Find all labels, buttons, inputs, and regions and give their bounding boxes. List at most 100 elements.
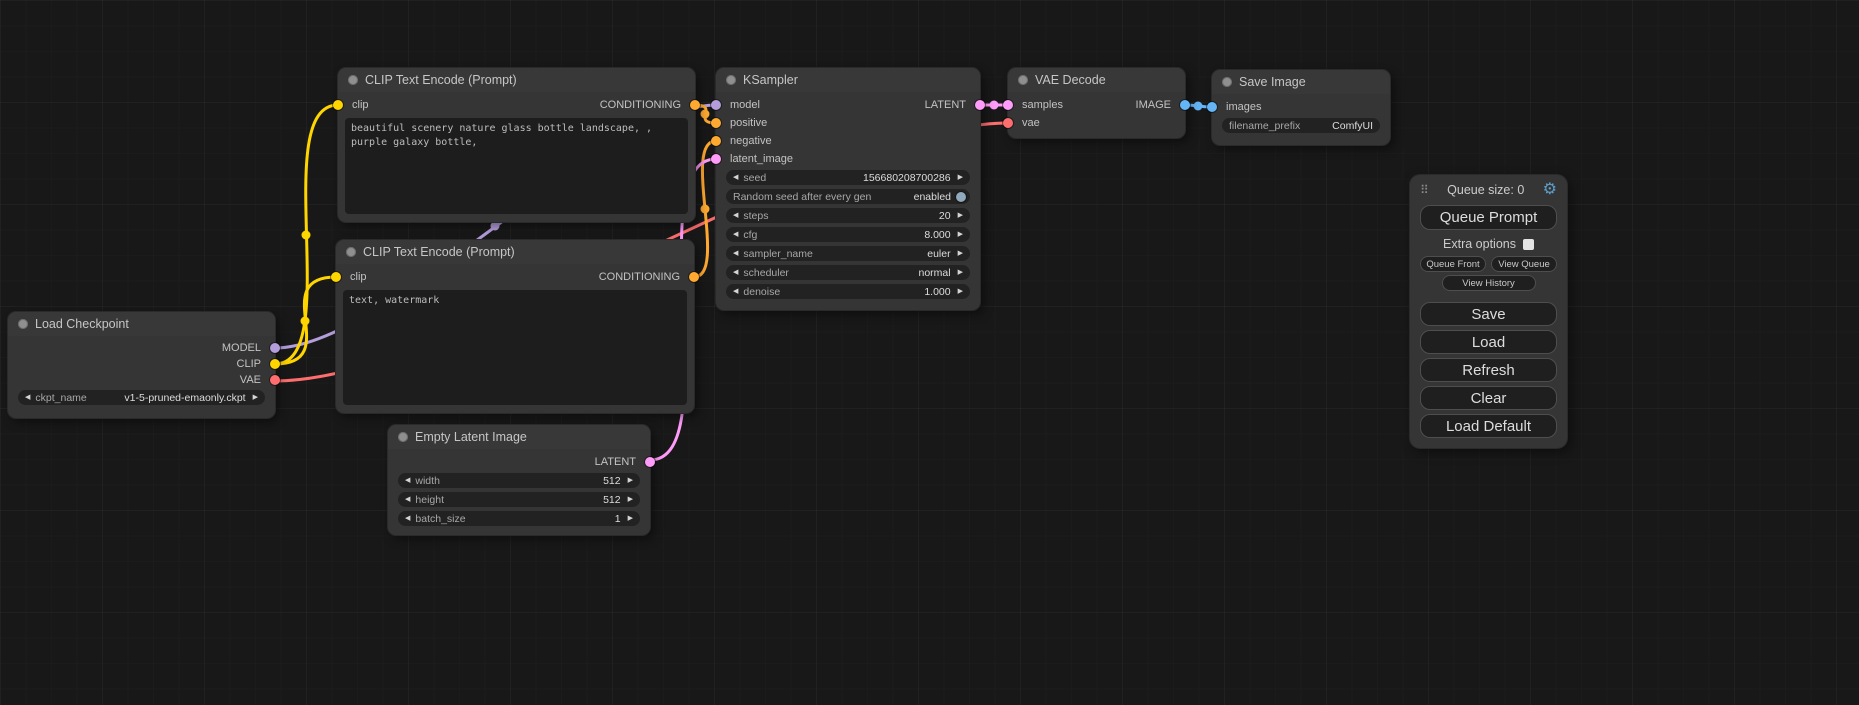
widget-ckpt-name[interactable]: ◀ ckpt_name v1-5-pruned-emaonly.ckpt ▶ <box>18 390 265 405</box>
load-button[interactable]: Load <box>1420 330 1557 354</box>
view-queue-button[interactable]: View Queue <box>1491 256 1557 272</box>
widget-value: ComfyUI <box>1332 120 1373 132</box>
widget-value: 512 <box>603 475 621 487</box>
node-collapse-dot[interactable] <box>18 319 28 329</box>
output-dot-image[interactable] <box>1180 100 1190 110</box>
input-dot-negative[interactable] <box>711 136 721 146</box>
widget-value: v1-5-pruned-emaonly.ckpt <box>124 392 245 404</box>
decrement-arrow-icon[interactable]: ◀ <box>733 269 738 276</box>
save-button[interactable]: Save <box>1420 302 1557 326</box>
decrement-arrow-icon[interactable]: ◀ <box>405 515 410 522</box>
node-header[interactable]: Empty Latent Image <box>388 425 650 449</box>
node-title: KSampler <box>743 73 798 87</box>
decrement-arrow-icon[interactable]: ◀ <box>25 394 30 401</box>
increment-arrow-icon[interactable]: ▶ <box>958 269 963 276</box>
widget-scheduler[interactable]: ◀ scheduler normal ▶ <box>726 265 970 280</box>
node-clip-text-encode-negative[interactable]: CLIP Text Encode (Prompt) clip CONDITION… <box>336 240 694 413</box>
output-dot-latent[interactable] <box>975 100 985 110</box>
refresh-button[interactable]: Refresh <box>1420 358 1557 382</box>
increment-arrow-icon[interactable]: ▶ <box>628 496 633 503</box>
decrement-arrow-icon[interactable]: ◀ <box>733 174 738 181</box>
prompt-textarea[interactable]: beautiful scenery nature glass bottle la… <box>345 118 688 214</box>
output-dot-conditioning[interactable] <box>690 100 700 110</box>
node-header[interactable]: KSampler <box>716 68 980 92</box>
increment-arrow-icon[interactable]: ▶ <box>958 288 963 295</box>
node-collapse-dot[interactable] <box>726 75 736 85</box>
queue-prompt-button[interactable]: Queue Prompt <box>1420 205 1557 230</box>
widget-seed[interactable]: ◀ seed 156680208700286 ▶ <box>726 170 970 185</box>
decrement-arrow-icon[interactable]: ◀ <box>405 496 410 503</box>
node-save-image[interactable]: Save Image images filename_prefix ComfyU… <box>1212 70 1390 145</box>
slot-label-model: MODEL <box>222 342 261 354</box>
increment-arrow-icon[interactable]: ▶ <box>253 394 258 401</box>
widget-cfg[interactable]: ◀ cfg 8.000 ▶ <box>726 227 970 242</box>
node-clip-text-encode-positive[interactable]: CLIP Text Encode (Prompt) clip CONDITION… <box>338 68 695 222</box>
drag-handle-icon[interactable]: ⠿ <box>1420 183 1429 197</box>
increment-arrow-icon[interactable]: ▶ <box>958 250 963 257</box>
node-title: CLIP Text Encode (Prompt) <box>365 73 517 87</box>
node-collapse-dot[interactable] <box>398 432 408 442</box>
decrement-arrow-icon[interactable]: ◀ <box>733 250 738 257</box>
node-header[interactable]: CLIP Text Encode (Prompt) <box>336 240 694 264</box>
node-empty-latent-image[interactable]: Empty Latent Image LATENT ◀ width 512 ▶ … <box>388 425 650 535</box>
input-dot-clip[interactable] <box>331 272 341 282</box>
node-collapse-dot[interactable] <box>348 75 358 85</box>
extra-options-checkbox[interactable] <box>1523 239 1534 250</box>
input-dot-samples[interactable] <box>1003 100 1013 110</box>
node-load-checkpoint[interactable]: Load Checkpoint MODEL CLIP VAE ◀ ckpt_na… <box>8 312 275 418</box>
view-history-button[interactable]: View History <box>1442 275 1536 291</box>
decrement-arrow-icon[interactable]: ◀ <box>733 231 738 238</box>
input-dot-images[interactable] <box>1207 102 1217 112</box>
widget-value: euler <box>927 248 950 260</box>
settings-gear-icon[interactable]: ⚙ <box>1543 182 1557 198</box>
widget-sampler-name[interactable]: ◀ sampler_name euler ▶ <box>726 246 970 261</box>
node-header[interactable]: Load Checkpoint <box>8 312 275 336</box>
widget-steps[interactable]: ◀ steps 20 ▶ <box>726 208 970 223</box>
widget-height[interactable]: ◀ height 512 ▶ <box>398 492 640 507</box>
widget-batch-size[interactable]: ◀ batch_size 1 ▶ <box>398 511 640 526</box>
node-collapse-dot[interactable] <box>346 247 356 257</box>
slot-label-vae: vae <box>1022 117 1040 129</box>
node-ksampler[interactable]: KSampler model LATENT positive negative … <box>716 68 980 310</box>
increment-arrow-icon[interactable]: ▶ <box>958 212 963 219</box>
decrement-arrow-icon[interactable]: ◀ <box>733 212 738 219</box>
prompt-textarea[interactable]: text, watermark <box>343 290 687 405</box>
toggle-knob-icon[interactable] <box>956 192 966 202</box>
node-vae-decode[interactable]: VAE Decode samples IMAGE vae <box>1008 68 1185 138</box>
slot-row: model LATENT <box>716 96 980 114</box>
widget-width[interactable]: ◀ width 512 ▶ <box>398 473 640 488</box>
output-slot-vae: VAE <box>8 372 275 388</box>
node-header[interactable]: Save Image <box>1212 70 1390 94</box>
widget-value: 1 <box>615 513 621 525</box>
output-dot-latent[interactable] <box>645 457 655 467</box>
node-collapse-dot[interactable] <box>1222 77 1232 87</box>
output-dot-model[interactable] <box>270 343 280 353</box>
decrement-arrow-icon[interactable]: ◀ <box>405 477 410 484</box>
slot-label-conditioning: CONDITIONING <box>599 271 680 283</box>
node-graph-canvas[interactable]: Load Checkpoint MODEL CLIP VAE ◀ ckpt_na… <box>0 0 1859 705</box>
increment-arrow-icon[interactable]: ▶ <box>958 231 963 238</box>
output-dot-clip[interactable] <box>270 359 280 369</box>
comfy-menu-panel[interactable]: ⠿ Queue size: 0 ⚙ Queue Prompt Extra opt… <box>1410 175 1567 448</box>
input-dot-positive[interactable] <box>711 118 721 128</box>
node-header[interactable]: VAE Decode <box>1008 68 1185 92</box>
input-dot-latent-image[interactable] <box>711 154 721 164</box>
widget-denoise[interactable]: ◀ denoise 1.000 ▶ <box>726 284 970 299</box>
input-dot-model[interactable] <box>711 100 721 110</box>
node-collapse-dot[interactable] <box>1018 75 1028 85</box>
widget-random-seed-toggle[interactable]: Random seed after every gen enabled <box>726 189 970 204</box>
output-dot-vae[interactable] <box>270 375 280 385</box>
widget-filename-prefix[interactable]: filename_prefix ComfyUI <box>1222 118 1380 133</box>
increment-arrow-icon[interactable]: ▶ <box>628 477 633 484</box>
decrement-arrow-icon[interactable]: ◀ <box>733 288 738 295</box>
slot-row: images <box>1212 98 1390 116</box>
output-dot-conditioning[interactable] <box>689 272 699 282</box>
clear-button[interactable]: Clear <box>1420 386 1557 410</box>
increment-arrow-icon[interactable]: ▶ <box>628 515 633 522</box>
input-dot-clip[interactable] <box>333 100 343 110</box>
queue-front-button[interactable]: Queue Front <box>1420 256 1486 272</box>
input-dot-vae[interactable] <box>1003 118 1013 128</box>
node-header[interactable]: CLIP Text Encode (Prompt) <box>338 68 695 92</box>
load-default-button[interactable]: Load Default <box>1420 414 1557 438</box>
increment-arrow-icon[interactable]: ▶ <box>958 174 963 181</box>
